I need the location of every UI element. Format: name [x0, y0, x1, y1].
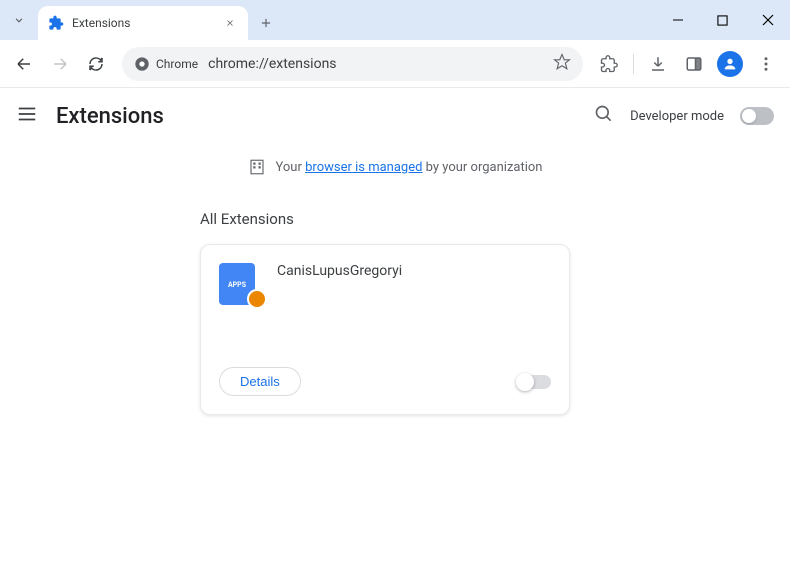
browser-toolbar: Chrome chrome://extensions — [0, 40, 790, 88]
managed-text-prefix: Your — [276, 160, 306, 175]
hamburger-icon — [16, 103, 38, 125]
back-button[interactable] — [8, 48, 40, 80]
puzzle-icon — [600, 55, 618, 73]
download-icon — [649, 55, 667, 73]
reload-icon — [87, 55, 105, 73]
bookmark-button[interactable] — [553, 53, 571, 75]
extension-name: CanisLupusGregoryi — [277, 263, 402, 343]
kebab-icon — [757, 55, 775, 73]
reload-button[interactable] — [80, 48, 112, 80]
managed-text-suffix: by your organization — [422, 160, 542, 175]
chevron-down-icon — [12, 13, 26, 27]
profile-button[interactable] — [714, 48, 746, 80]
person-icon — [722, 56, 738, 72]
minimize-icon — [672, 14, 684, 26]
extension-icon — [219, 263, 261, 305]
extension-puzzle-icon — [48, 15, 64, 31]
omnibox[interactable]: Chrome chrome://extensions — [122, 47, 583, 81]
main-menu-button[interactable] — [16, 103, 38, 129]
arrow-right-icon — [51, 55, 69, 73]
plus-icon — [259, 16, 273, 30]
close-icon — [225, 18, 235, 28]
menu-button[interactable] — [750, 48, 782, 80]
search-icon — [594, 104, 614, 124]
tab-title: Extensions — [72, 16, 214, 30]
tab-strip: Extensions — [0, 0, 790, 40]
maximize-icon — [717, 15, 728, 26]
sidepanel-icon — [685, 55, 703, 73]
maximize-button[interactable] — [700, 0, 745, 40]
avatar — [717, 51, 743, 77]
page-title: Extensions — [56, 104, 164, 129]
tab-close-button[interactable] — [222, 15, 238, 31]
star-icon — [553, 53, 571, 71]
arrow-left-icon — [15, 55, 33, 73]
section-title: All Extensions — [200, 210, 590, 228]
separator — [633, 54, 634, 74]
page-content: Extensions Developer mode Your browser i… — [0, 88, 790, 571]
tab-search-button[interactable] — [4, 5, 34, 35]
developer-mode-label: Developer mode — [630, 109, 724, 124]
sidepanel-button[interactable] — [678, 48, 710, 80]
chrome-logo-icon — [134, 56, 150, 72]
extension-enable-toggle[interactable] — [517, 375, 551, 389]
site-chip[interactable]: Chrome — [134, 56, 198, 72]
url-text: chrome://extensions — [208, 56, 543, 72]
details-button[interactable]: Details — [219, 367, 301, 396]
managed-banner: Your browser is managed by your organiza… — [0, 144, 790, 190]
minimize-button[interactable] — [655, 0, 700, 40]
developer-mode-toggle[interactable] — [740, 107, 774, 125]
tab-active[interactable]: Extensions — [38, 6, 248, 40]
new-tab-button[interactable] — [252, 9, 280, 37]
close-window-button[interactable] — [745, 0, 790, 40]
extensions-toolbar: Extensions Developer mode — [0, 88, 790, 144]
forward-button[interactable] — [44, 48, 76, 80]
extension-card: CanisLupusGregoryi Details — [200, 244, 570, 415]
site-chip-label: Chrome — [156, 57, 198, 71]
search-button[interactable] — [594, 104, 614, 128]
window-controls — [655, 0, 790, 40]
extensions-button[interactable] — [593, 48, 625, 80]
building-icon — [248, 158, 266, 176]
downloads-button[interactable] — [642, 48, 674, 80]
managed-link[interactable]: browser is managed — [305, 160, 422, 175]
close-icon — [762, 14, 774, 26]
